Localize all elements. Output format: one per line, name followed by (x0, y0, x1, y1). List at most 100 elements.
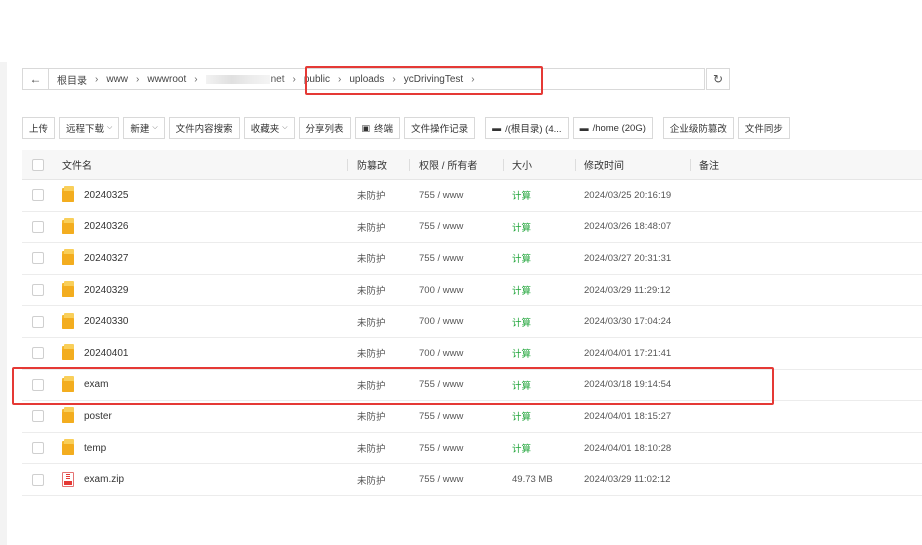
row-checkbox[interactable] (32, 220, 44, 233)
protect-status[interactable]: 未防护 (357, 188, 386, 202)
permission-owner[interactable]: 755 / www (419, 379, 463, 390)
file-name-cell[interactable]: 20240327 (62, 249, 129, 266)
file-name[interactable]: poster (84, 411, 112, 422)
file-name-cell[interactable]: exam.zip (62, 472, 124, 488)
file-name[interactable]: temp (84, 443, 106, 454)
permission-owner[interactable]: 755 / www (419, 474, 463, 485)
table-row[interactable]: 20240325 未防护 755 / www 计算 2024/03/25 20:16:1… (22, 180, 922, 212)
header-name[interactable]: 文件名 (62, 150, 92, 180)
share-list-button[interactable]: 分享列表 (298, 117, 351, 139)
permission-owner[interactable]: 700 / www (419, 285, 463, 296)
protect-status[interactable]: 未防护 (357, 409, 386, 423)
refresh-button[interactable]: ↻ (706, 68, 730, 90)
header-protect[interactable]: 防篡改 (357, 150, 387, 180)
row-checkbox[interactable] (32, 315, 44, 328)
row-checkbox[interactable] (32, 410, 44, 423)
disk-home-button[interactable]: ▬/home (20G) (572, 117, 653, 139)
folder-icon (62, 439, 74, 456)
file-name[interactable]: 20240325 (84, 190, 129, 201)
permission-owner[interactable]: 755 / www (419, 221, 463, 232)
file-name-cell[interactable]: 20240326 (62, 217, 129, 234)
header-size[interactable]: 大小 (512, 150, 532, 180)
table-row[interactable]: 20240326 未防护 755 / www 计算 2024/03/26 18:48:0… (22, 212, 922, 244)
permission-owner[interactable]: 755 / www (419, 253, 463, 264)
folder-icon (62, 375, 74, 392)
file-size[interactable]: 计算 (512, 188, 531, 202)
protect-status[interactable]: 未防护 (357, 251, 386, 265)
table-row[interactable]: 20240327 未防护 755 / www 计算 2024/03/27 20:31:3… (22, 243, 922, 275)
file-size[interactable]: 计算 (512, 409, 531, 423)
file-name[interactable]: 20240401 (84, 348, 129, 359)
table-row[interactable]: 20240401 未防护 700 / www 计算 2024/04/01 17:21:4… (22, 338, 922, 370)
file-size[interactable]: 计算 (512, 251, 531, 265)
file-size[interactable]: 计算 (512, 346, 531, 360)
file-sync-button[interactable]: 文件同步 (737, 117, 790, 139)
protect-status[interactable]: 未防护 (357, 473, 386, 487)
select-all-checkbox[interactable] (32, 158, 44, 171)
breadcrumb-public[interactable]: public › (304, 74, 349, 85)
protect-status[interactable]: 未防护 (357, 315, 386, 329)
breadcrumb-www[interactable]: www › (106, 74, 147, 85)
table-row[interactable]: 20240330 未防护 700 / www 计算 2024/03/30 17:04:2… (22, 306, 922, 338)
protect-status[interactable]: 未防护 (357, 441, 386, 455)
permission-owner[interactable]: 700 / www (419, 316, 463, 327)
file-name-cell[interactable]: 20240325 (62, 186, 129, 203)
back-button[interactable]: ← (23, 69, 49, 89)
new-button[interactable]: 新建 ⌵ (123, 117, 165, 139)
favorites-button[interactable]: 收藏夹 ⌵ (243, 117, 295, 139)
table-row[interactable]: exam.zip 未防护 755 / www 49.73 MB 2024/03/29 1… (22, 464, 922, 496)
protect-status[interactable]: 未防护 (357, 378, 386, 392)
breadcrumb-ycdrivingtest[interactable]: ycDrivingTest › (404, 74, 483, 85)
breadcrumb-root[interactable]: 根目录 › (57, 72, 106, 87)
permission-owner[interactable]: 755 / www (419, 411, 463, 422)
file-name[interactable]: 20240327 (84, 253, 129, 264)
file-size[interactable]: 计算 (512, 220, 531, 234)
protect-status[interactable]: 未防护 (357, 346, 386, 360)
file-name-cell[interactable]: 20240401 (62, 344, 129, 361)
file-name-cell[interactable]: temp (62, 439, 106, 456)
file-size[interactable]: 计算 (512, 315, 531, 329)
permission-owner[interactable]: 700 / www (419, 348, 463, 359)
upload-button[interactable]: 上传 (22, 117, 56, 139)
row-checkbox[interactable] (32, 442, 44, 455)
breadcrumb-wwwroot[interactable]: wwwroot › (147, 74, 205, 85)
path-bar[interactable]: ← 根目录 › www › wwwroot › net › public › upload… (22, 68, 705, 90)
protect-status[interactable]: 未防护 (357, 283, 386, 297)
file-name-cell[interactable]: 20240330 (62, 312, 129, 329)
row-checkbox[interactable] (32, 252, 44, 265)
file-name[interactable]: exam (84, 379, 108, 390)
permission-owner[interactable]: 755 / www (419, 190, 463, 201)
tamper-proof-button[interactable]: 企业级防篡改 (662, 117, 734, 139)
file-name-cell[interactable]: 20240329 (62, 281, 129, 298)
file-size[interactable]: 计算 (512, 283, 531, 297)
table-row[interactable]: 20240329 未防护 700 / www 计算 2024/03/29 11:29:1… (22, 275, 922, 307)
breadcrumb-site[interactable]: net › (205, 74, 304, 85)
file-name-cell[interactable]: poster (62, 407, 112, 424)
chevron-right-icon: › (194, 73, 198, 85)
permission-owner[interactable]: 755 / www (419, 443, 463, 454)
remote-download-button[interactable]: 远程下载 ⌵ (59, 117, 120, 139)
file-name-cell[interactable]: exam (62, 375, 108, 392)
file-name[interactable]: 20240329 (84, 285, 129, 296)
row-checkbox[interactable] (32, 347, 44, 360)
content-search-button[interactable]: 文件内容搜索 (168, 117, 240, 139)
header-perm[interactable]: 权限 / 所有者 (419, 150, 477, 180)
file-name[interactable]: exam.zip (84, 474, 124, 485)
row-checkbox[interactable] (32, 284, 44, 297)
breadcrumb-uploads[interactable]: uploads › (349, 74, 403, 85)
disk-root-button[interactable]: ▬/(根目录) (4... (485, 117, 569, 139)
file-name[interactable]: 20240330 (84, 316, 129, 327)
table-row[interactable]: temp 未防护 755 / www 计算 2024/04/01 18:10:28 (22, 433, 922, 465)
row-checkbox[interactable] (32, 189, 44, 202)
protect-status[interactable]: 未防护 (357, 220, 386, 234)
operation-log-button[interactable]: 文件操作记录 (404, 117, 476, 139)
file-size[interactable]: 计算 (512, 441, 531, 455)
row-checkbox[interactable] (32, 473, 44, 486)
file-name[interactable]: 20240326 (84, 221, 129, 232)
header-mtime[interactable]: 修改时间 (584, 150, 624, 180)
row-checkbox[interactable] (32, 378, 44, 391)
file-size[interactable]: 计算 (512, 378, 531, 392)
table-row[interactable]: poster 未防护 755 / www 计算 2024/04/01 18:15:27 (22, 401, 922, 433)
table-row[interactable]: exam 未防护 755 / www 计算 2024/03/18 19:14:54 (22, 370, 922, 402)
terminal-button[interactable]: ▣ 终端 (354, 117, 401, 139)
